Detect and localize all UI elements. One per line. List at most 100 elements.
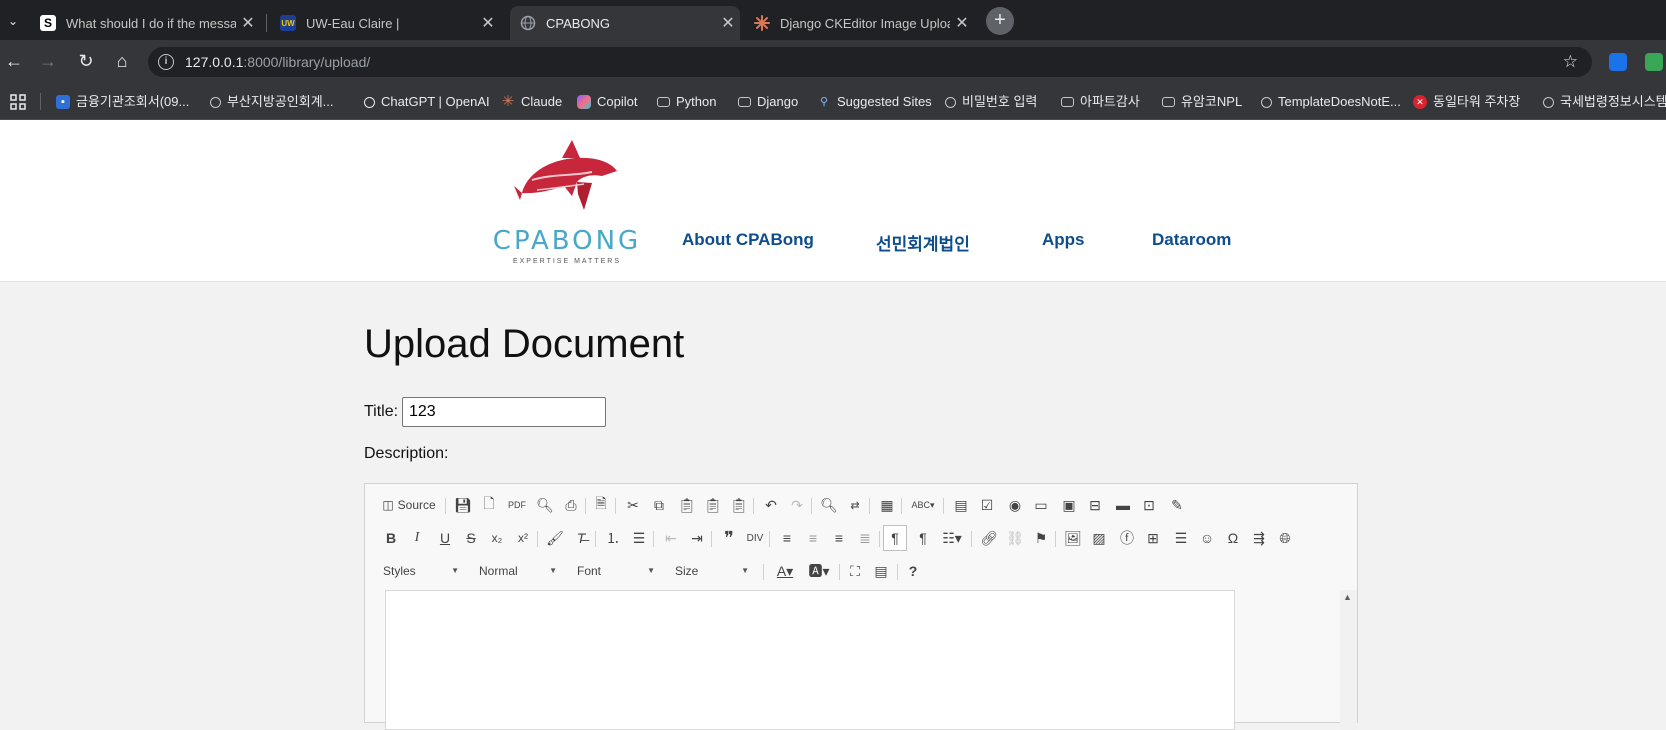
paste-word-icon[interactable]: 📋︎ <box>727 492 751 518</box>
bookmark-folder-python[interactable]: Python <box>657 92 716 112</box>
copy-formatting-icon[interactable]: 🖌︎ <box>543 525 567 551</box>
font-combo[interactable]: Font ▼ <box>569 560 661 582</box>
image-icon[interactable]: 🖼︎ <box>1061 525 1085 551</box>
show-blocks-icon[interactable]: ▤ <box>869 558 893 584</box>
decrease-indent-icon[interactable]: ⇤ <box>659 525 683 551</box>
tab-close-icon[interactable]: ✕ <box>950 13 974 33</box>
numbered-list-icon[interactable]: ⒈ <box>601 525 625 551</box>
bulleted-list-icon[interactable]: ☰ <box>627 525 651 551</box>
tab-close-icon[interactable]: ✕ <box>476 13 500 33</box>
special-char-omega-icon[interactable]: Ω <box>1221 525 1245 551</box>
export-pdf-icon[interactable]: PDF <box>505 492 529 518</box>
copy-icon[interactable]: ⧉ <box>647 492 671 518</box>
bookmark-folder[interactable]: 유암코NPL <box>1162 92 1242 112</box>
paste-text-icon[interactable]: 📋︎ <box>701 492 725 518</box>
text-color-icon[interactable]: A▾ <box>769 558 801 584</box>
bookmark-item[interactable]: 부산지방공인회계... <box>210 92 334 112</box>
bookmark-folder[interactable]: 아파트감사 <box>1061 92 1140 112</box>
bold-icon[interactable]: B <box>379 525 403 551</box>
cpabong-logo[interactable]: CPABONG EXPERTISE MATTERS <box>492 138 642 265</box>
bookmark-item[interactable]: ChatGPT | OpenAI <box>364 92 490 112</box>
title-input[interactable] <box>402 397 606 427</box>
select-all-icon[interactable]: ▦ <box>875 492 899 518</box>
print-icon[interactable]: ⎙ <box>559 492 583 518</box>
size-combo[interactable]: Size ▼ <box>667 560 755 582</box>
tab-close-icon[interactable]: ✕ <box>236 13 260 33</box>
nav-about-cpabong[interactable]: About CPABong <box>682 230 814 250</box>
tab-uw-eau-claire[interactable]: UW UW-Eau Claire | ✕ <box>270 6 500 40</box>
unlink-icon[interactable]: ⛓ <box>1003 525 1027 551</box>
increase-indent-icon[interactable]: ⇥ <box>685 525 709 551</box>
select-field-icon[interactable]: ⊟ <box>1083 492 1107 518</box>
justify-icon[interactable]: ≣ <box>853 525 877 551</box>
nav-dataroom[interactable]: Dataroom <box>1152 230 1231 250</box>
bookmark-item[interactable]: Copilot <box>577 92 637 112</box>
save-icon[interactable]: 💾︎ <box>451 492 475 518</box>
tab-what-should-i-do[interactable]: S What should I do if the messa ✕ <box>30 6 260 40</box>
address-bar[interactable]: i 127.0.0.1:8000/library/upload/ ☆ <box>148 47 1592 77</box>
bookmark-item[interactable]: ⚲ Suggested Sites <box>817 92 932 112</box>
horizontal-line-icon[interactable]: ☰ <box>1169 525 1193 551</box>
checkbox-icon[interactable]: ☑ <box>975 492 999 518</box>
format-combo[interactable]: Normal ▼ <box>471 560 563 582</box>
italic-icon[interactable]: I <box>405 525 429 551</box>
scroll-up-arrow-icon[interactable]: ▲ <box>1343 592 1352 602</box>
help-icon[interactable]: ? <box>901 558 925 584</box>
tab-search-chevron-icon[interactable]: ⌄ <box>2 10 24 32</box>
bookmark-item[interactable]: ✳ Claude <box>501 92 563 112</box>
underline-icon[interactable]: U <box>433 525 457 551</box>
button-field-icon[interactable]: ▬ <box>1111 492 1135 518</box>
strikethrough-icon[interactable]: S <box>459 525 483 551</box>
form-icon[interactable]: ▤ <box>949 492 973 518</box>
align-right-icon[interactable]: ≡ <box>827 525 851 551</box>
undo-icon[interactable]: ↶ <box>759 492 783 518</box>
bookmark-item[interactable]: 국세법령정보시스템 <box>1543 92 1666 112</box>
blockquote-icon[interactable]: ❞ <box>717 525 741 551</box>
image-upload-icon[interactable]: ▨ <box>1087 525 1111 551</box>
paste-icon[interactable]: 📋︎ <box>675 492 699 518</box>
hidden-field-icon[interactable]: ✎ <box>1165 492 1189 518</box>
table-icon[interactable]: ⊞ <box>1141 525 1165 551</box>
text-direction-ltr-icon[interactable]: ¶ <box>883 525 907 551</box>
subscript-icon[interactable]: x₂ <box>485 525 509 551</box>
bookmark-star-icon[interactable]: ☆ <box>1563 47 1578 77</box>
iframe-globe-icon[interactable]: 🌐︎ <box>1273 525 1297 551</box>
tab-close-icon[interactable]: ✕ <box>716 13 740 33</box>
page-break-icon[interactable]: ⇶ <box>1247 525 1271 551</box>
link-icon[interactable]: 🔗︎ <box>977 525 1001 551</box>
source-button[interactable]: ◫ Source <box>379 492 439 518</box>
back-arrow-icon[interactable]: ← <box>2 49 26 73</box>
extension-blue-icon[interactable] <box>1609 53 1627 71</box>
reload-icon[interactable]: ↻ <box>74 49 98 73</box>
cut-icon[interactable]: ✂ <box>621 492 645 518</box>
editor-content-area[interactable] <box>385 590 1235 730</box>
nav-apps[interactable]: Apps <box>1042 230 1085 250</box>
editor-scrollbar[interactable]: ▲ <box>1340 590 1357 730</box>
align-center-icon[interactable]: ≡ <box>801 525 825 551</box>
redo-icon[interactable]: ↷ <box>785 492 809 518</box>
new-tab-button[interactable]: + <box>986 7 1014 35</box>
forward-arrow-icon[interactable]: → <box>36 49 60 73</box>
textarea-icon[interactable]: ▣ <box>1057 492 1081 518</box>
bookmark-item[interactable]: ✕ 동일타워 주차장 <box>1413 92 1520 112</box>
site-info-icon[interactable]: i <box>158 54 174 70</box>
extension-green-icon[interactable] <box>1645 53 1663 71</box>
background-color-icon[interactable]: 🅰︎▾ <box>803 558 835 584</box>
bookmark-item[interactable]: TemplateDoesNotE... <box>1261 92 1401 112</box>
bookmark-folder-django[interactable]: Django <box>738 92 798 112</box>
spellcheck-dropdown-icon[interactable]: ABC▾ <box>907 492 939 518</box>
bookmark-item[interactable]: 비밀번호 입력 <box>945 92 1037 112</box>
image-button-icon[interactable]: ⊡ <box>1137 492 1161 518</box>
remove-format-icon[interactable]: T̶ <box>569 525 593 551</box>
new-page-icon[interactable]: 🗋 <box>477 492 501 518</box>
tab-cpabong[interactable]: CPABONG ✕ <box>510 6 740 40</box>
smiley-icon[interactable]: ☺ <box>1195 525 1219 551</box>
flash-icon[interactable]: ⓕ <box>1115 525 1139 551</box>
superscript-icon[interactable]: x² <box>511 525 535 551</box>
replace-icon[interactable]: ⇄ <box>843 492 867 518</box>
text-direction-rtl-icon[interactable]: ¶ <box>911 525 935 551</box>
styles-combo[interactable]: Styles ▼ <box>375 560 465 582</box>
apps-grid-icon[interactable] <box>10 92 26 112</box>
tab-django-ckeditor[interactable]: Django CKEditor Image Uploa ✕ <box>744 6 974 40</box>
create-div-icon[interactable]: DIV <box>743 525 767 551</box>
